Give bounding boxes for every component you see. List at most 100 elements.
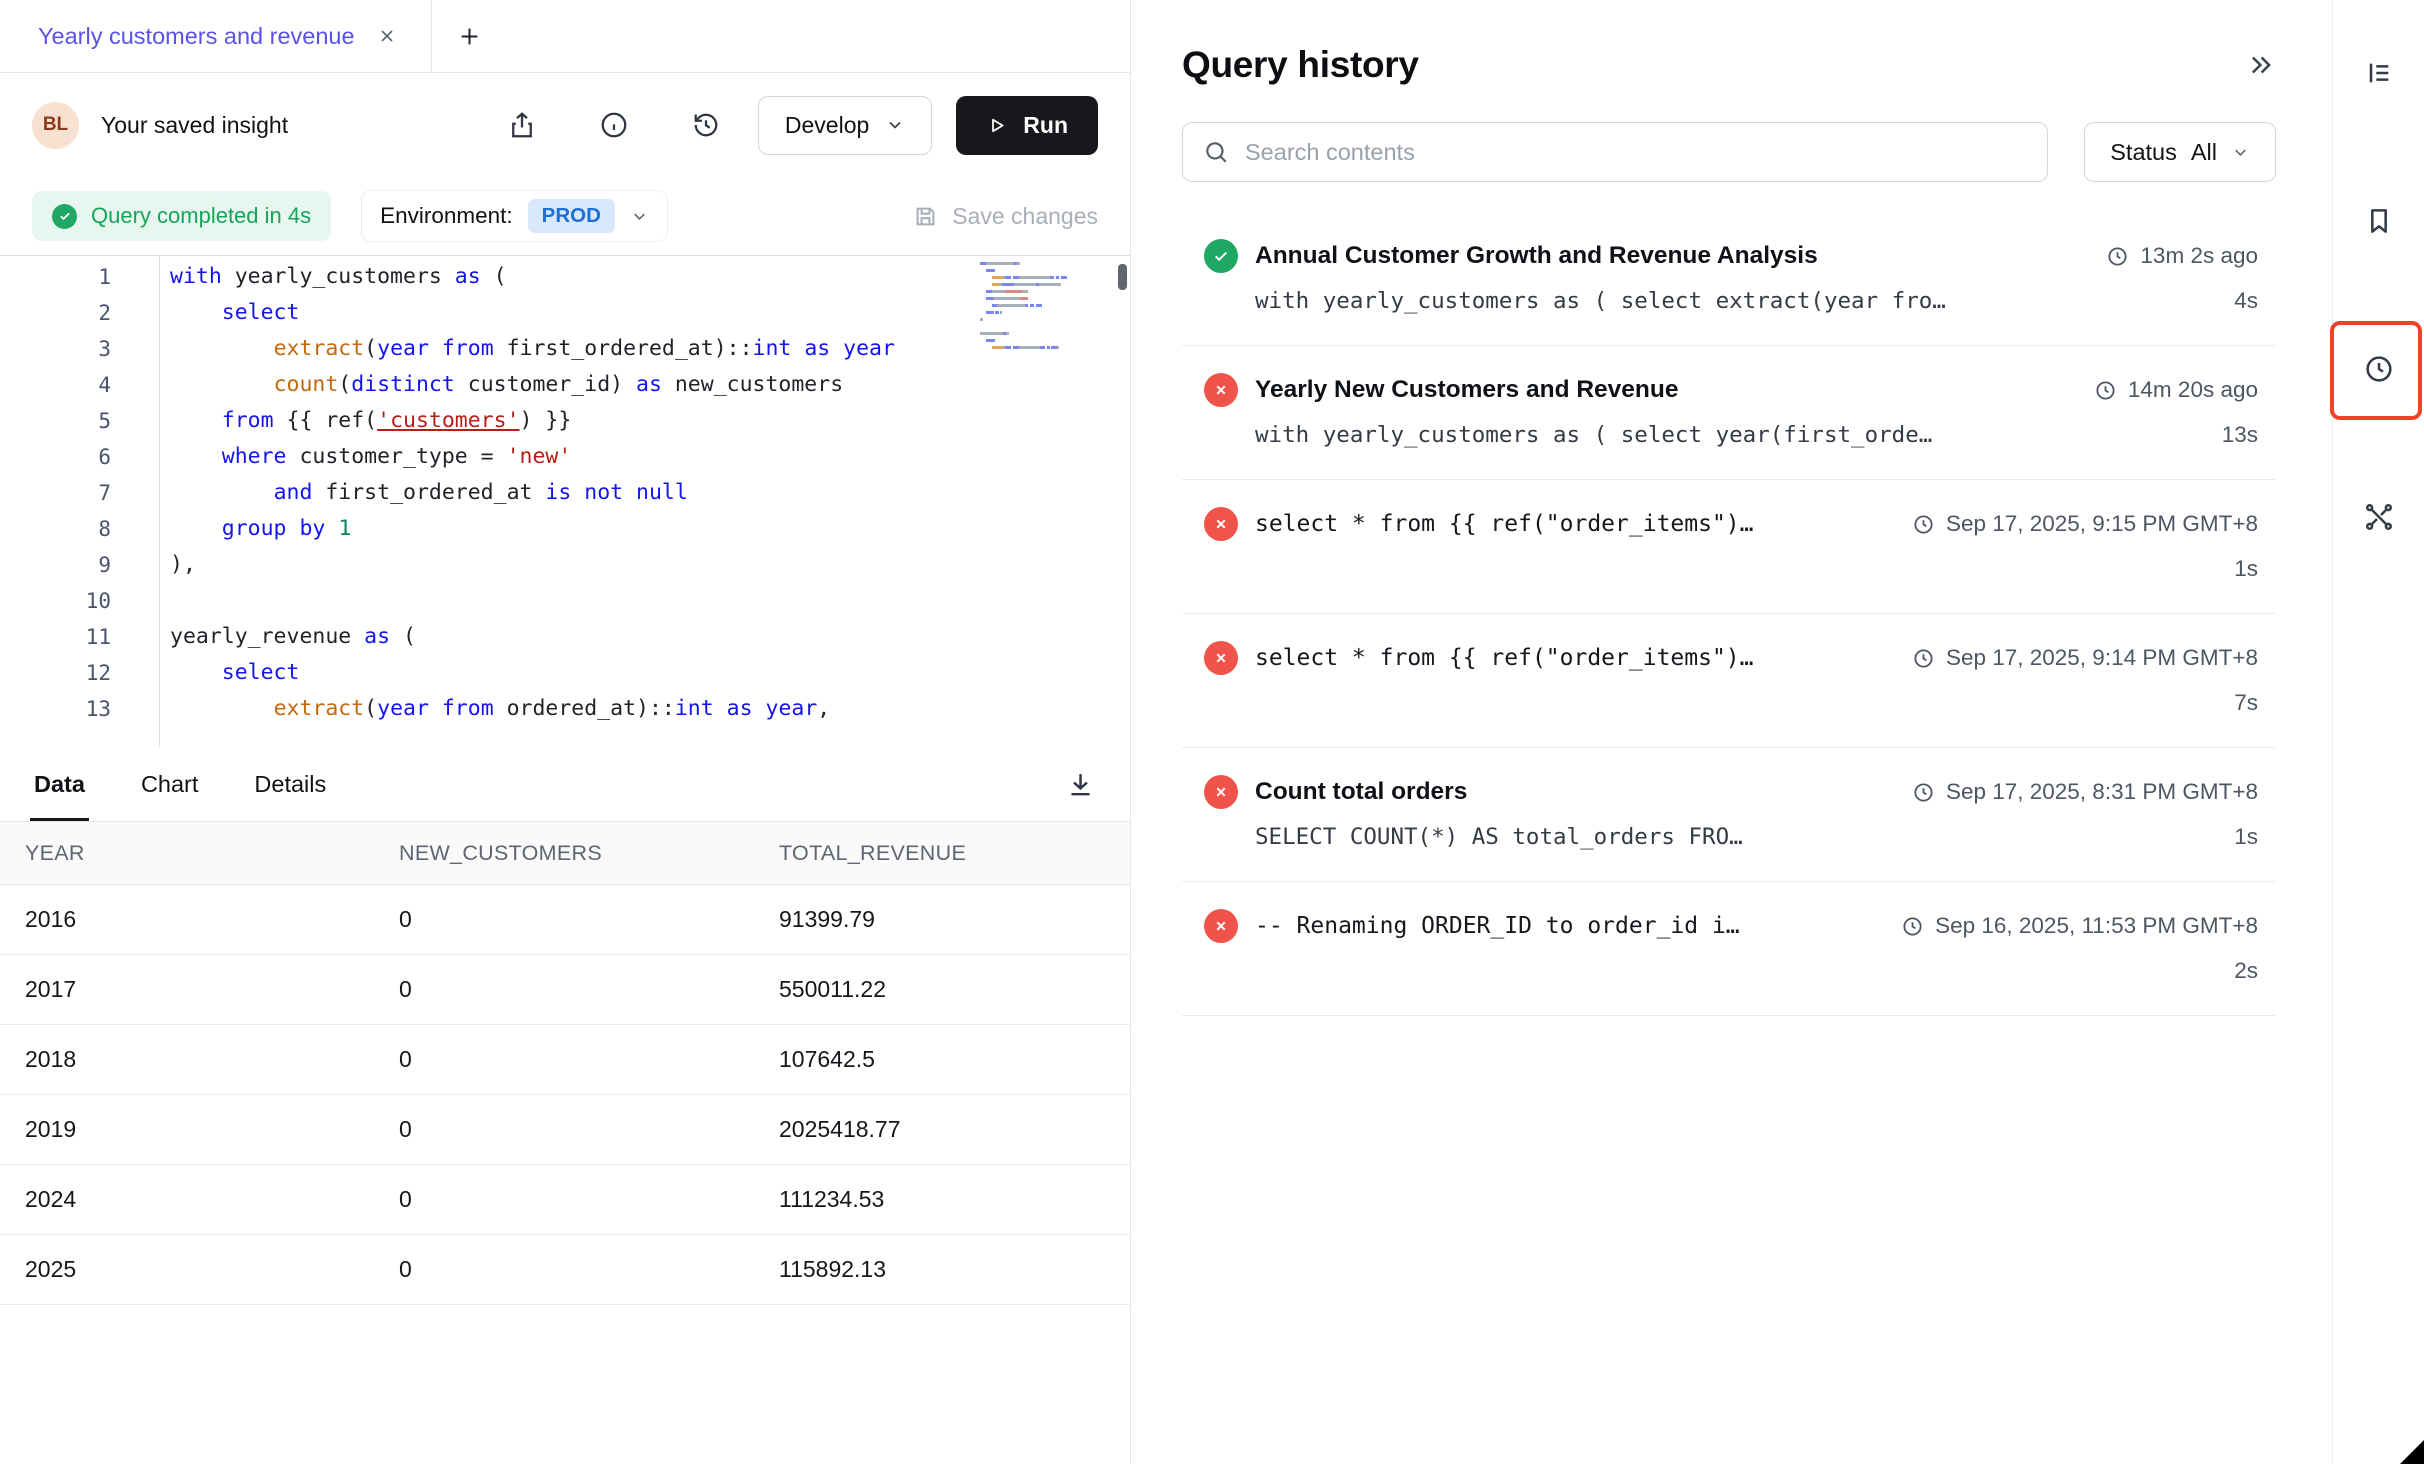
error-icon: [1204, 507, 1238, 541]
error-icon: [1204, 373, 1238, 407]
line-number: 6: [0, 439, 159, 475]
table-cell: 2016: [25, 906, 399, 933]
clock-icon: [1901, 915, 1924, 938]
code-line[interactable]: from {{ ref('customers') }}: [170, 403, 1130, 439]
info-icon[interactable]: [594, 105, 634, 145]
status-filter-value: All: [2191, 139, 2217, 166]
code-line[interactable]: yearly_revenue as (: [170, 619, 1130, 655]
tab-chart[interactable]: Chart: [141, 747, 198, 821]
clock-icon: [2106, 245, 2129, 268]
table-row[interactable]: 20170550011.22: [0, 955, 1130, 1025]
line-number: 13: [0, 691, 159, 727]
query-time: 13m 2s ago: [2106, 243, 2258, 269]
lineage-icon[interactable]: [2359, 497, 2399, 537]
query-duration: 2s: [2234, 958, 2258, 984]
query-history-panel: Query history Status All Annual Customer…: [1132, 0, 2332, 1464]
table-cell: 2019: [25, 1116, 399, 1143]
query-history-icon[interactable]: [2359, 349, 2399, 389]
query-history-item[interactable]: Count total ordersSep 17, 2025, 8:31 PM …: [1182, 748, 2276, 882]
search-field[interactable]: [1182, 122, 2048, 182]
check-icon: [52, 204, 77, 229]
code-line[interactable]: and first_ordered_at is not null: [170, 475, 1130, 511]
query-title: Annual Customer Growth and Revenue Analy…: [1255, 242, 1818, 270]
table-row[interactable]: 20180107642.5: [0, 1025, 1130, 1095]
editor-scrollbar[interactable]: [1118, 264, 1127, 290]
tab-bar: Yearly customers and revenue: [0, 0, 1130, 73]
environment-value: PROD: [528, 199, 615, 233]
tab-details[interactable]: Details: [254, 747, 326, 821]
tab-data[interactable]: Data: [34, 747, 85, 821]
results-table: YEARNEW_CUSTOMERSTOTAL_REVENUE 201609139…: [0, 821, 1130, 1305]
query-history-item[interactable]: select * from {{ ref("order_items")… Sep …: [1182, 480, 2276, 614]
line-number: 7: [0, 475, 159, 511]
search-icon: [1203, 139, 1229, 165]
play-icon: [986, 115, 1007, 136]
editor-minimap[interactable]: [980, 262, 1104, 353]
line-number: 11: [0, 619, 159, 655]
query-history-item[interactable]: Annual Customer Growth and Revenue Analy…: [1182, 212, 2276, 346]
table-row[interactable]: 20240111234.53: [0, 1165, 1130, 1235]
sql-editor[interactable]: 12345678910111213 with yearly_customers …: [0, 255, 1130, 747]
collapse-panel-icon[interactable]: [2246, 50, 2276, 80]
query-history-item[interactable]: select * from {{ ref("order_items")…Sep …: [1182, 614, 2276, 748]
error-icon: [1204, 775, 1238, 809]
table-cell: 111234.53: [779, 1186, 1130, 1213]
panel-list-icon[interactable]: [2359, 53, 2399, 93]
table-cell: 550011.22: [779, 976, 1130, 1003]
save-icon: [912, 203, 939, 230]
query-title: select * from {{ ref("order_items")…: [1255, 645, 1754, 671]
line-number-gutter: 12345678910111213: [0, 256, 160, 747]
line-number: 12: [0, 655, 159, 691]
clock-icon: [1912, 513, 1935, 536]
query-history-list: Annual Customer Growth and Revenue Analy…: [1182, 212, 2276, 1016]
table-cell: 0: [399, 976, 779, 1003]
save-changes-button[interactable]: Save changes: [912, 203, 1098, 230]
table-header: YEARNEW_CUSTOMERSTOTAL_REVENUE: [0, 821, 1130, 885]
search-input[interactable]: [1245, 139, 2027, 166]
query-status-badge: Query completed in 4s: [32, 191, 331, 241]
new-tab-button[interactable]: [432, 0, 508, 72]
table-row[interactable]: 201902025418.77: [0, 1095, 1130, 1165]
table-cell: 0: [399, 1046, 779, 1073]
download-icon[interactable]: [1065, 769, 1096, 800]
code-line[interactable]: count(distinct customer_id) as new_custo…: [170, 367, 1130, 403]
code-line[interactable]: select: [170, 655, 1130, 691]
status-filter-dropdown[interactable]: Status All: [2084, 122, 2276, 182]
table-row[interactable]: 20250115892.13: [0, 1235, 1130, 1305]
table-row[interactable]: 2016091399.79: [0, 885, 1130, 955]
develop-label: Develop: [785, 112, 869, 139]
chevron-down-icon: [2231, 143, 2250, 162]
query-preview: with yearly_customers as ( select extrac…: [1255, 288, 1946, 314]
query-title: select * from {{ ref("order_items")…: [1255, 511, 1754, 537]
query-duration: 1s: [2234, 556, 2258, 582]
history-icon[interactable]: [686, 105, 726, 145]
query-history-item[interactable]: -- Renaming ORDER_ID to order_id i…Sep 1…: [1182, 882, 2276, 1016]
develop-button[interactable]: Develop: [758, 96, 932, 155]
line-number: 9: [0, 547, 159, 583]
close-icon[interactable]: [377, 26, 397, 46]
query-title: Count total orders: [1255, 778, 1467, 806]
query-time: Sep 17, 2025, 9:15 PM GMT+8: [1912, 511, 2258, 537]
query-history-item[interactable]: Yearly New Customers and Revenue14m 20s …: [1182, 346, 2276, 480]
chevron-down-icon: [885, 115, 905, 135]
code-line[interactable]: ),: [170, 547, 1130, 583]
table-cell: 107642.5: [779, 1046, 1130, 1073]
environment-label: Environment:: [380, 203, 513, 229]
tab-yearly-customers[interactable]: Yearly customers and revenue: [0, 0, 432, 72]
column-header: TOTAL_REVENUE: [779, 841, 1130, 866]
table-cell: 115892.13: [779, 1256, 1130, 1283]
environment-selector[interactable]: Environment: PROD: [361, 190, 668, 242]
code-line[interactable]: where customer_type = 'new': [170, 439, 1130, 475]
bookmark-icon[interactable]: [2359, 201, 2399, 241]
error-icon: [1204, 641, 1238, 675]
code-line[interactable]: extract(year from ordered_at)::int as ye…: [170, 691, 1130, 727]
right-icon-rail: [2332, 0, 2424, 1464]
share-icon[interactable]: [502, 105, 542, 145]
clock-icon: [2094, 379, 2117, 402]
table-cell: 2018: [25, 1046, 399, 1073]
query-history-title: Query history: [1182, 44, 1419, 86]
code-line[interactable]: group by 1: [170, 511, 1130, 547]
table-cell: 0: [399, 1186, 779, 1213]
code-line[interactable]: [170, 583, 1130, 619]
run-button[interactable]: Run: [956, 96, 1098, 155]
